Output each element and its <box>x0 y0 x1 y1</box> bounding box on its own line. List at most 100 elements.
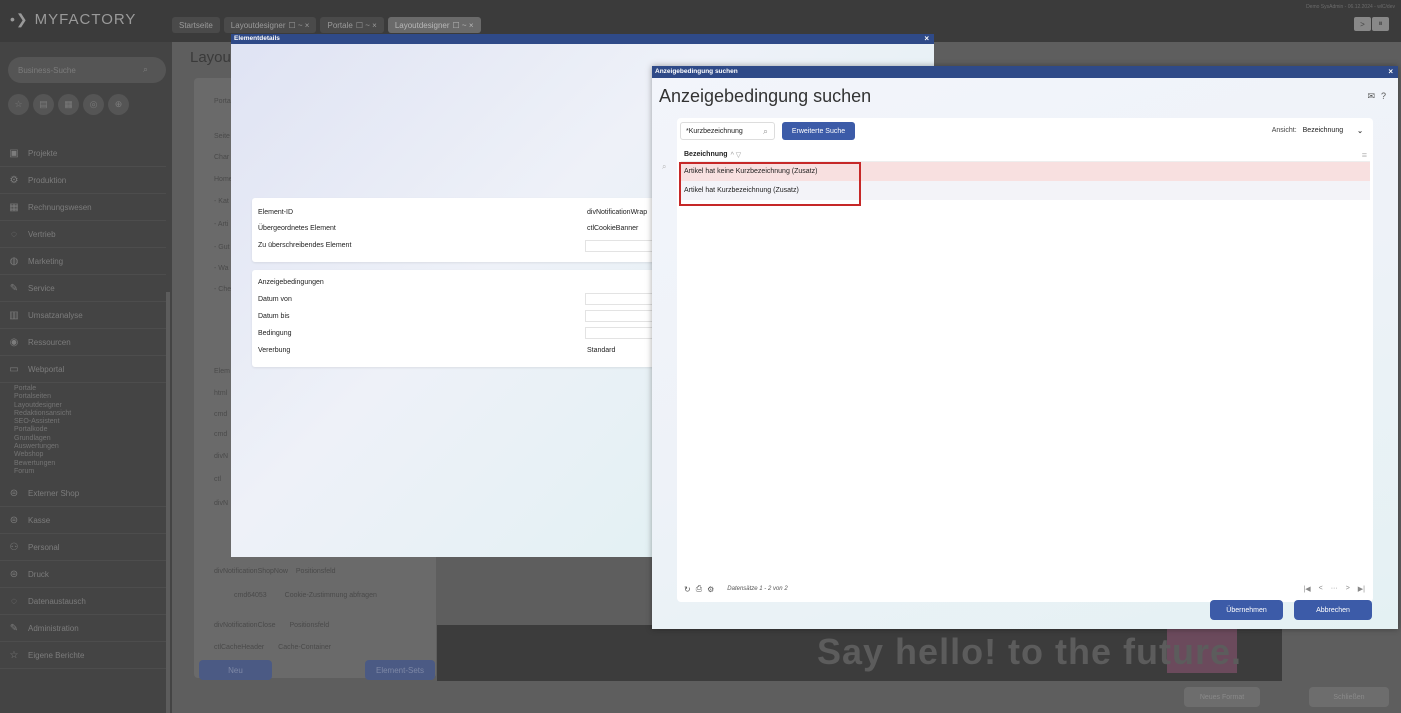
star-icon: ☆ <box>9 649 19 661</box>
app-logo[interactable]: •❯ MYFACTORY <box>10 11 136 28</box>
close-icon[interactable]: × <box>1388 66 1393 78</box>
override-element-input[interactable] <box>585 240 655 252</box>
submenu-item[interactable]: Webshop <box>14 451 166 459</box>
apply-button[interactable]: Übernehmen <box>1210 600 1283 620</box>
shop-icon: ⊜ <box>9 487 19 499</box>
mail-icon[interactable]: ✉ <box>1367 91 1375 102</box>
sidebar-item-umsatzanalyse[interactable]: ▥ Umsatzanalyse <box>0 302 166 329</box>
tab-controls[interactable]: ☐ ~ × <box>453 21 474 30</box>
sidebar-item-rechnungswesen[interactable]: ▦ Rechnungswesen <box>0 194 166 221</box>
sidebar-item-kasse[interactable]: ⊜ Kasse <box>0 507 166 535</box>
tab-startseite[interactable]: Startseite <box>172 17 220 33</box>
submenu-item[interactable]: Portale <box>14 385 166 393</box>
business-search-input[interactable]: Business-Suche ⌕ <box>8 57 166 83</box>
sidebar-item-eigene-berichte[interactable]: ☆ Eigene Berichte <box>0 642 166 670</box>
dialog-title: Elementdetails <box>234 35 280 42</box>
sidebar-item-personal[interactable]: ⚇ Personal <box>0 534 166 562</box>
star-icon[interactable]: ☆ <box>8 94 29 115</box>
sidebar-item-webportal[interactable]: ▭ Webportal <box>0 356 166 383</box>
sidebar-item-label: Administration <box>28 623 79 633</box>
submenu-item[interactable]: Bewertungen <box>14 460 166 468</box>
condition-input[interactable] <box>585 327 655 339</box>
forward-button[interactable]: > <box>1354 17 1371 31</box>
next-page-icon[interactable]: > <box>1346 585 1350 593</box>
column-header-label: Bezeichnung <box>684 151 728 158</box>
sidebar-item-label: Eigene Berichte <box>28 650 85 660</box>
column-header[interactable]: Bezeichnung ^ ▽ <box>681 148 1370 162</box>
sidebar-item-vertrieb[interactable]: ◌ Vertrieb <box>0 221 166 248</box>
plus-circle-icon[interactable]: ⊕ <box>108 94 129 115</box>
submenu-item[interactable]: Portalseiten <box>14 393 166 401</box>
refresh-icon[interactable]: ↻ <box>684 585 691 594</box>
calendar-icon[interactable]: ▦ <box>58 94 79 115</box>
date-to-input[interactable] <box>585 310 655 322</box>
tab-portale[interactable]: Portale ☐ ~ × <box>320 17 384 33</box>
sidebar-item-externer-shop[interactable]: ⊜ Externer Shop <box>0 480 166 508</box>
search-icon[interactable]: ⌕ <box>763 126 768 137</box>
submenu-item[interactable]: Forum <box>14 468 166 476</box>
sidebar: Business-Suche ⌕ ☆ ▤ ▦ ◎ ⊕ ▣ Projekte ⚙ Pr… <box>0 42 172 713</box>
sidebar-item-produktion[interactable]: ⚙ Produktion <box>0 167 166 194</box>
submenu-item[interactable]: Layoutdesigner <box>14 402 166 410</box>
inheritance-select[interactable]: Standard <box>587 347 615 354</box>
check-badge-icon[interactable]: ◎ <box>83 94 104 115</box>
section-title: Anzeigebedingungen <box>258 279 324 286</box>
sidebar-item-marketing[interactable]: ◍ Marketing <box>0 248 166 275</box>
list-menu-icon[interactable]: ≡ <box>1362 150 1367 160</box>
sidebar-item-administration[interactable]: ✎ Administration <box>0 615 166 643</box>
table-row[interactable]: divNotificationClose Positionsfeld <box>214 622 434 629</box>
submenu-item[interactable]: Auswertungen <box>14 443 166 451</box>
table-row[interactable]: cmd64053 Cookie-Zustimmung abfragen <box>234 592 454 599</box>
new-button[interactable]: Neu <box>199 660 272 680</box>
element-sets-button[interactable]: Element-Sets <box>365 660 435 680</box>
window-icon: ▭ <box>9 363 19 375</box>
page-ellipsis[interactable]: ··· <box>1331 585 1338 593</box>
settings-icon[interactable]: ⚙ <box>707 585 714 594</box>
user-info: Demo SysAdmin - 06.12.2024 - wlC/dev <box>1306 4 1395 10</box>
sidebar-item-projekte[interactable]: ▣ Projekte <box>0 140 166 167</box>
people-icon: ⚇ <box>9 541 19 553</box>
submenu-item[interactable]: Grundlagen <box>14 435 166 443</box>
view-selector[interactable]: Ansicht: Bezeichnung ⌄ <box>1272 127 1363 135</box>
tab-layoutdesigner-1[interactable]: Layoutdesigner ☐ ~ × <box>223 17 317 33</box>
filter-search-icon[interactable]: ⌕ <box>662 162 666 172</box>
search-icon: ⌕ <box>142 64 148 74</box>
close-icon[interactable]: × <box>924 34 929 44</box>
sidebar-item-service[interactable]: ✎ Service <box>0 275 166 302</box>
advanced-search-button[interactable]: Erweiterte Suche <box>782 122 855 140</box>
prev-page-icon[interactable]: < <box>1319 585 1323 593</box>
tab-controls[interactable]: ☐ ~ × <box>289 21 310 30</box>
sidebar-item-druck[interactable]: ⊜ Druck <box>0 561 166 589</box>
date-from-input[interactable] <box>585 293 655 305</box>
new-format-button[interactable]: Neues Format <box>1184 687 1260 707</box>
wrench-icon: ✎ <box>9 622 19 634</box>
help-icon[interactable]: ? <box>1381 91 1386 102</box>
list-icon[interactable]: ▤ <box>33 94 54 115</box>
chart-icon: ▥ <box>9 309 19 321</box>
first-page-icon[interactable]: |◀ <box>1303 585 1310 593</box>
top-buttons: > ⏸ <box>1353 17 1389 31</box>
sidebar-item-label: Umsatzanalyse <box>28 310 83 320</box>
close-button[interactable]: Schließen <box>1309 687 1389 707</box>
dialog-header-title: Anzeigebedingung suchen <box>655 68 738 75</box>
table-row[interactable]: ctlCacheHeader Cache-Container <box>214 644 434 651</box>
tab-layoutdesigner-2[interactable]: Layoutdesigner ☐ ~ × <box>387 17 481 33</box>
sort-filter-icon[interactable]: ^ ▽ <box>731 151 742 159</box>
sidebar-item-datenaustausch[interactable]: ◌ Datenaustausch <box>0 588 166 616</box>
pause-button[interactable]: ⏸ <box>1372 17 1389 31</box>
element-id-value: divNotificationWrap <box>587 209 648 216</box>
submenu-item[interactable]: SEO-Assistent <box>14 418 166 426</box>
sidebar-item-label: Webportal <box>28 364 65 374</box>
sidebar-scrollbar[interactable] <box>166 292 170 713</box>
record-count: Datensätze 1 - 2 von 2 <box>727 586 788 592</box>
last-page-icon[interactable]: ▶| <box>1358 585 1365 593</box>
search-placeholder: Business-Suche <box>18 65 76 75</box>
cancel-button[interactable]: Abbrechen <box>1294 600 1372 620</box>
submenu-item[interactable]: Portalkode <box>14 426 166 434</box>
table-row[interactable]: divNotificationShopNow Positionsfeld <box>214 568 434 575</box>
tab-controls[interactable]: ☐ ~ × <box>356 21 377 30</box>
sidebar-item-ressourcen[interactable]: ◉ Ressourcen <box>0 329 166 356</box>
short-name-search-input[interactable]: *Kurzbezeichnung ⌕ <box>680 122 775 140</box>
print-icon[interactable]: ⎙ <box>696 584 702 594</box>
submenu-item[interactable]: Redaktionsansicht <box>14 410 166 418</box>
